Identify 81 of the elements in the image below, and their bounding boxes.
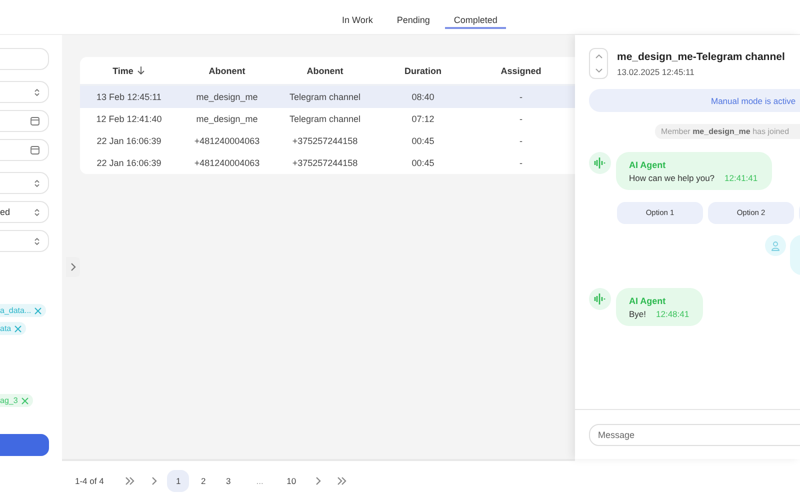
select-field[interactable] (0, 172, 49, 194)
system-message: Member me_design_me has joined (655, 124, 800, 139)
table-row[interactable]: 22 Jan 16:06:39 +481240004063 +375257244158 00:45 - (80, 130, 575, 152)
apply-button[interactable] (0, 434, 49, 456)
table-cell-text: me_design_me (195, 91, 259, 104)
sender-name: AI Agent (629, 160, 667, 170)
table-cell-text: - (518, 157, 524, 170)
table-cell-text: 13 Feb 12:45:11 (96, 91, 162, 104)
page-button[interactable]: 3 (217, 470, 240, 492)
calendar-icon (30, 145, 40, 155)
tab[interactable]: Pending (388, 0, 439, 29)
mode-banner: Manual mode is active (589, 89, 800, 112)
filter-tag: a_data... (0, 304, 46, 317)
table-cell-text: 00:45 (410, 157, 436, 170)
date-field[interactable] (0, 110, 49, 132)
table-cell-text: Telegram channel (288, 113, 362, 126)
message-text: How can we help you? (629, 173, 715, 183)
page-button[interactable]: 10 (280, 470, 302, 492)
table-row[interactable]: 12 Feb 12:41:40 me_design_me Telegram channel 07:12 - (80, 108, 575, 130)
tab[interactable]: In Work (333, 0, 382, 29)
column-header[interactable]: Assigned (472, 57, 570, 84)
updown-icon (34, 88, 40, 96)
double-chevron-icon[interactable] (336, 476, 348, 486)
sound-wave-icon (594, 157, 606, 169)
table-cell-text: - (518, 91, 524, 104)
table-cell-text: 00:45 (410, 135, 436, 148)
chat-title: me_design_me-Telegram channel (617, 51, 785, 63)
updown-icon (34, 236, 40, 246)
chevron-right-icon[interactable] (150, 476, 158, 486)
page-button[interactable]: 2 (192, 470, 214, 492)
table-cell-text: me_design_me (195, 113, 259, 126)
column-header[interactable]: Time (80, 57, 178, 84)
chat-date: 13.02.2025 12:45:11 (617, 67, 696, 77)
table-cell-text: +481240004063 (193, 157, 261, 170)
chevron-right-icon[interactable] (314, 476, 322, 486)
tab[interactable]: Completed (444, 0, 506, 29)
person-icon (771, 240, 780, 250)
table-cell-text: +375257244158 (291, 135, 359, 148)
updown-icon (34, 208, 40, 216)
close-icon[interactable] (34, 306, 42, 314)
table-cell-text: 22 Jan 16:06:39 (96, 135, 162, 148)
table-cell-text: +375257244158 (291, 157, 359, 170)
chevron-right-icon (69, 262, 77, 272)
updown-icon (34, 178, 40, 188)
filter-tag: ag_3 (0, 394, 33, 407)
page-button[interactable]: 1 (167, 470, 190, 492)
chevron-up-icon[interactable] (594, 53, 602, 60)
calendar-icon (30, 116, 40, 126)
close-icon[interactable] (14, 324, 22, 332)
column-header[interactable]: Abonent (178, 57, 276, 84)
arrow-down-icon[interactable] (137, 66, 146, 75)
column-header[interactable]: Duration (374, 57, 472, 84)
table-cell-text: Telegram channel (288, 91, 362, 104)
date-field[interactable] (0, 139, 49, 161)
message-text: Bye! (629, 309, 646, 319)
select-field[interactable] (0, 81, 49, 103)
select-field[interactable]: ed (0, 201, 49, 223)
message-time: 12:41:41 (724, 173, 758, 183)
table-cell-text: 12 Feb 12:41:40 (95, 113, 163, 126)
expand-button[interactable] (66, 257, 80, 277)
table-row[interactable]: 22 Jan 16:06:39 +481240004063 +375257244158 00:45 - (80, 152, 575, 174)
message-field[interactable]: Message (589, 424, 800, 446)
message-time: 12:48:41 (656, 309, 690, 319)
close-icon[interactable] (20, 396, 29, 404)
table-cell-text: 07:12 (410, 113, 436, 126)
sound-wave-icon (594, 293, 606, 305)
page-range: 1-4 of 4 (75, 476, 104, 486)
select-field[interactable] (0, 230, 49, 252)
chevron-down-icon[interactable] (594, 68, 602, 74)
sender-name: AI Agent (629, 296, 667, 306)
table-cell-text: 22 Jan 16:06:39 (96, 157, 162, 170)
filter-tag: ata (0, 322, 26, 335)
column-header[interactable]: Abonent (276, 57, 374, 84)
table-cell-text: 08:40 (410, 91, 436, 104)
nav-stepper[interactable] (589, 48, 608, 79)
table-cell-text: - (518, 135, 524, 148)
double-chevron-icon[interactable] (124, 476, 136, 486)
table-cell-text: +481240004063 (193, 135, 261, 148)
table-row[interactable]: 13 Feb 12:45:11 me_design_me Telegram channel 08:40 - (80, 86, 575, 108)
table-cell-text: - (518, 113, 524, 126)
text-field[interactable] (0, 48, 49, 70)
